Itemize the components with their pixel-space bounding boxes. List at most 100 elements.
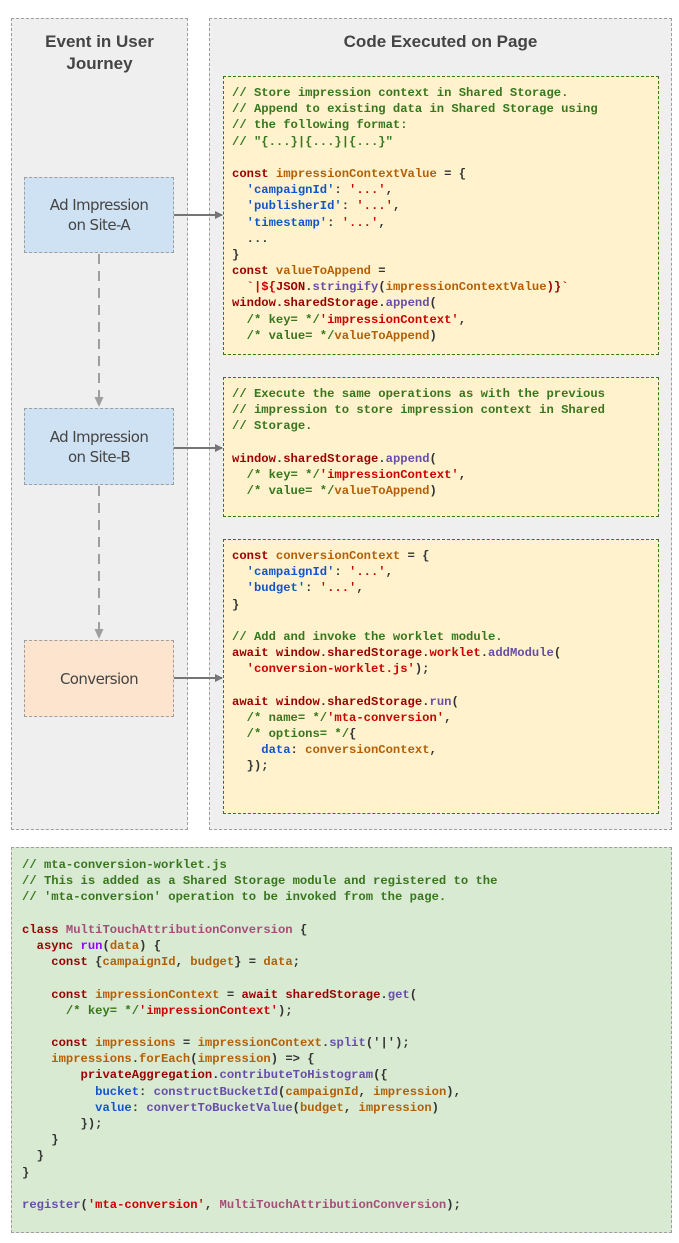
code-line: });: [22, 1116, 661, 1132]
code-token: split: [329, 1036, 366, 1051]
code-token: await window: [232, 694, 320, 709]
code-token: 'impressionContext': [139, 1003, 278, 1018]
code-token: });: [232, 759, 269, 774]
code-line: // Storage.: [232, 418, 650, 434]
code-token: // "{...}|{...}|{...}": [232, 134, 393, 149]
code-token: '...': [319, 581, 357, 596]
code-line: window.sharedStorage.append(: [232, 295, 650, 311]
code-token: }: [22, 1149, 44, 1164]
code-token: }: [22, 1165, 30, 1180]
code-token: .: [378, 296, 386, 311]
code-line: /* key= */'impressionContext',: [232, 312, 650, 328]
code-block-impression-a: // Store impression context in Shared St…: [223, 76, 659, 355]
event-label: Ad Impression: [49, 196, 149, 214]
code-line: `|${JSON.stringify(impressionContextValu…: [232, 279, 650, 295]
code-token: :: [327, 215, 342, 230]
code-token: );: [446, 1197, 461, 1212]
code-token: valueToAppend: [334, 328, 430, 343]
code-token: campaignId: [285, 1084, 359, 1099]
code-token: data: [261, 743, 291, 758]
title-line-2: Journey: [66, 54, 133, 73]
code-executed-title: Code Executed on Page: [343, 32, 538, 51]
code-token: '...': [356, 199, 393, 214]
code-token: valueToAppend: [334, 484, 430, 499]
code-token: ,: [385, 183, 393, 198]
code-token: window: [232, 296, 276, 311]
code-token: '...': [349, 183, 386, 198]
code-token: (: [80, 1197, 88, 1212]
code-token: valueToAppend: [275, 264, 371, 279]
code-token: (: [429, 451, 437, 466]
code-token: const: [51, 987, 96, 1002]
event-conversion: Conversion: [24, 640, 174, 717]
code-line: value: convertToBucketValue(budget, impr…: [22, 1100, 661, 1116]
code-token: impressions: [95, 1036, 176, 1051]
code-token: impressionContextValue: [385, 280, 547, 295]
code-token: // mta-conversion-worklet.js: [22, 858, 227, 872]
code-token: ;: [292, 955, 301, 970]
code-token: impression: [358, 1100, 432, 1115]
code-token: .: [480, 646, 489, 661]
code-token: .: [380, 987, 388, 1002]
code-token: '...': [341, 215, 379, 230]
code-token: =: [370, 264, 386, 279]
code-line: await window.sharedStorage.worklet.addMo…: [232, 645, 650, 661]
code-token: :: [341, 199, 357, 214]
code-token: const: [232, 549, 276, 563]
code-token: const: [232, 166, 276, 181]
code-token: :: [334, 565, 350, 580]
code-token: convertToBucketValue: [146, 1100, 293, 1115]
code-token: ,: [444, 710, 452, 725]
code-token: ): [429, 484, 437, 499]
code-token: 'campaignId': [246, 565, 335, 580]
code-token: .: [319, 646, 328, 661]
code-line: /* key= */'impressionContext',: [232, 467, 650, 483]
code-token: value: [95, 1100, 132, 1115]
code-token: addModule: [488, 646, 554, 661]
code-line: // Execute the same operations as with t…: [232, 386, 650, 402]
code-line: // This is added as a Shared Storage mod…: [22, 873, 661, 889]
code-token: ) => {: [270, 1052, 315, 1067]
code-token: worklet: [429, 646, 481, 661]
code-line: }: [22, 1165, 661, 1181]
code-token: const: [51, 1036, 96, 1051]
code-token: }: [22, 1133, 59, 1148]
code-token: /* key= */: [65, 1003, 140, 1018]
code-token: const: [51, 955, 96, 970]
code-token: get: [387, 987, 410, 1002]
code-token: );: [414, 662, 430, 677]
code-token: ,: [458, 467, 467, 482]
code-token: ,: [204, 1197, 220, 1212]
code-token: append: [385, 451, 430, 466]
code-token: constructBucketId: [153, 1084, 279, 1099]
code-token: :: [305, 581, 320, 596]
code-token: ): [431, 1100, 439, 1115]
code-token: /* value= */: [246, 328, 335, 343]
code-line: /* options= */{: [232, 726, 650, 742]
code-token: ,: [175, 955, 191, 970]
code-line: 'campaignId': '...',: [232, 564, 650, 580]
code-line: impressions.forEach(impression) => {: [22, 1051, 661, 1067]
code-token: conversionContext: [275, 549, 401, 563]
code-token: budget: [299, 1100, 344, 1115]
code-token: impressionContext: [95, 987, 220, 1002]
code-token: impressionContextValue: [275, 166, 437, 181]
code-token: :: [139, 1084, 154, 1099]
code-line: const {campaignId, budget} = data;: [22, 954, 661, 970]
code-token: ...: [232, 231, 269, 246]
code-token: :: [334, 183, 350, 198]
code-token: {: [349, 727, 357, 742]
code-token: run: [429, 694, 452, 709]
code-line: async run(data) {: [22, 938, 661, 954]
